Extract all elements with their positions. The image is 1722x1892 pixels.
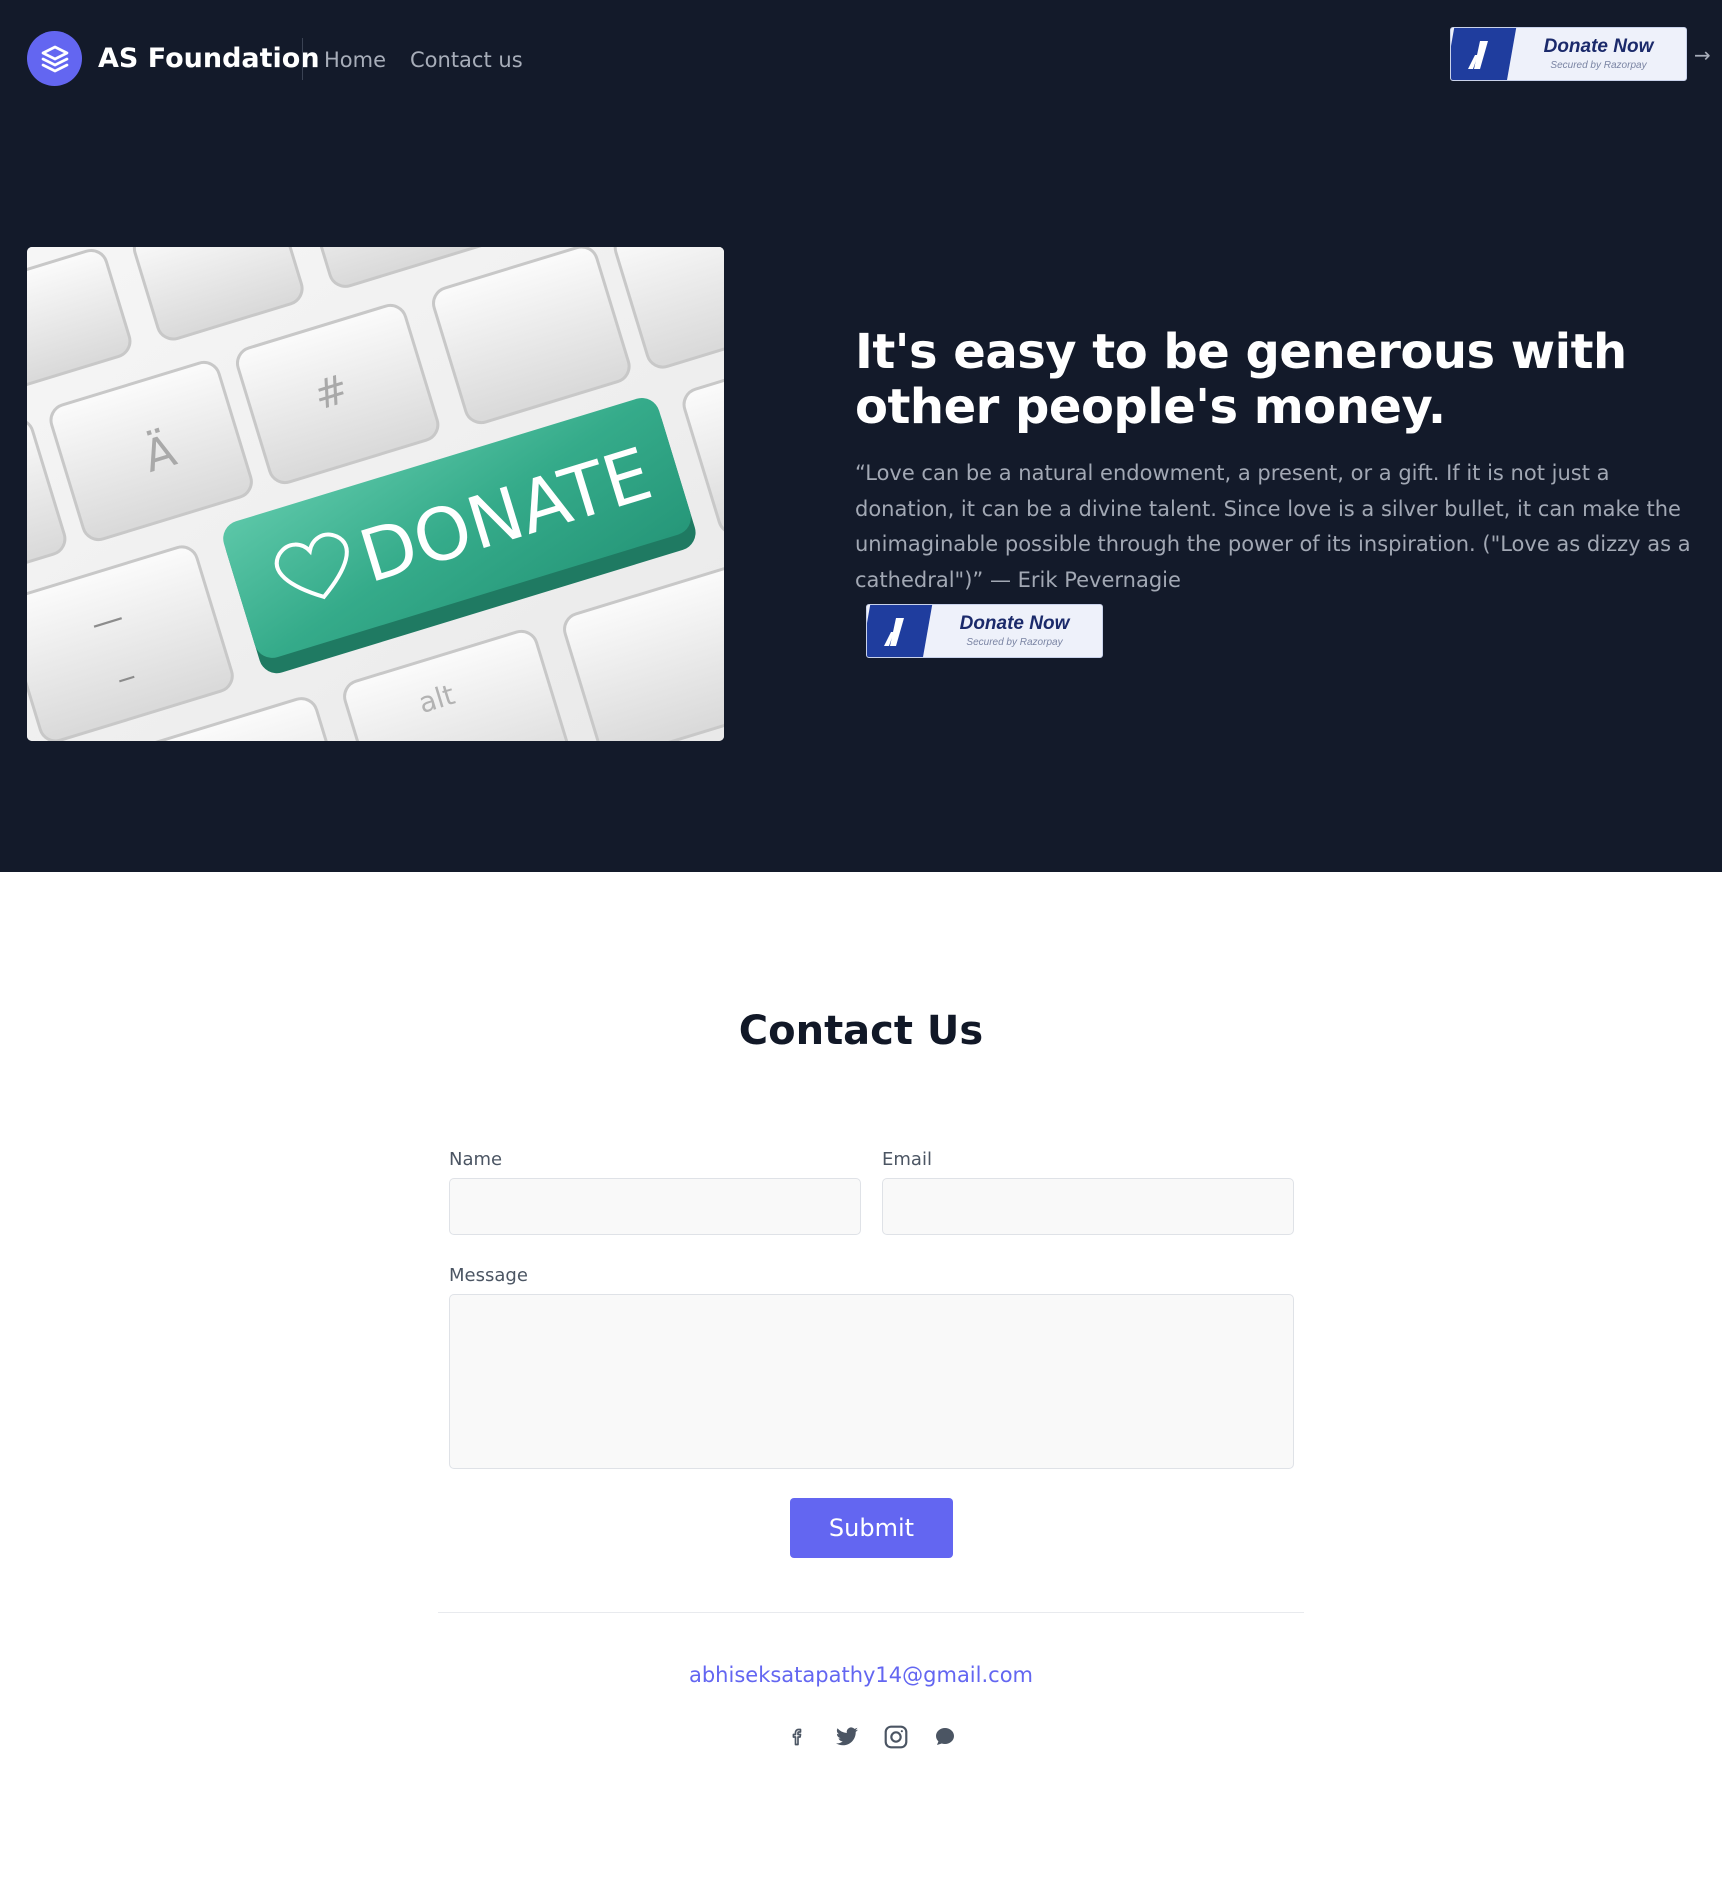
email-label: Email bbox=[882, 1149, 932, 1170]
nav-link-home[interactable]: Home bbox=[324, 46, 386, 74]
name-input[interactable] bbox=[449, 1178, 861, 1235]
donate-button-sublabel: Secured by Razorpay bbox=[1550, 60, 1647, 71]
submit-button[interactable]: Submit bbox=[790, 1498, 953, 1558]
facebook-icon[interactable] bbox=[783, 1722, 813, 1752]
contact-email-link[interactable]: abhiseksatapathy14@gmail.com bbox=[0, 1661, 1722, 1689]
razorpay-logo-icon bbox=[1468, 41, 1488, 69]
twitter-icon[interactable] bbox=[832, 1722, 862, 1752]
hero-quote: “Love can be a natural endowment, a pres… bbox=[855, 461, 1691, 592]
arrow-right-icon[interactable]: → bbox=[1694, 44, 1711, 66]
brand-name[interactable]: AS Foundation bbox=[98, 42, 320, 76]
razorpay-logo-icon bbox=[884, 618, 904, 646]
hero-title: It's easy to be generous with other peop… bbox=[855, 324, 1627, 435]
donate-button-sublabel: Secured by Razorpay bbox=[966, 637, 1063, 648]
nav-divider bbox=[302, 38, 303, 80]
name-label: Name bbox=[449, 1149, 503, 1170]
footer-divider bbox=[438, 1612, 1304, 1613]
message-textarea[interactable] bbox=[449, 1294, 1294, 1469]
message-label: Message bbox=[449, 1265, 528, 1286]
instagram-icon[interactable] bbox=[881, 1722, 911, 1752]
contact-title: Contact Us bbox=[738, 1008, 984, 1054]
hero-image: Ä # — _ alt DONATE bbox=[27, 247, 724, 741]
logo-icon[interactable] bbox=[27, 31, 82, 86]
donate-button-label: Donate Now bbox=[959, 613, 1070, 634]
nav-link-contact[interactable]: Contact us bbox=[410, 46, 523, 74]
header-donate-button[interactable]: Donate Now Secured by Razorpay bbox=[1450, 27, 1687, 81]
chat-icon[interactable] bbox=[930, 1722, 960, 1752]
donate-button-label: Donate Now bbox=[1543, 36, 1654, 57]
email-input[interactable] bbox=[882, 1178, 1294, 1235]
hero-donate-button[interactable]: Donate Now Secured by Razorpay bbox=[866, 604, 1103, 658]
